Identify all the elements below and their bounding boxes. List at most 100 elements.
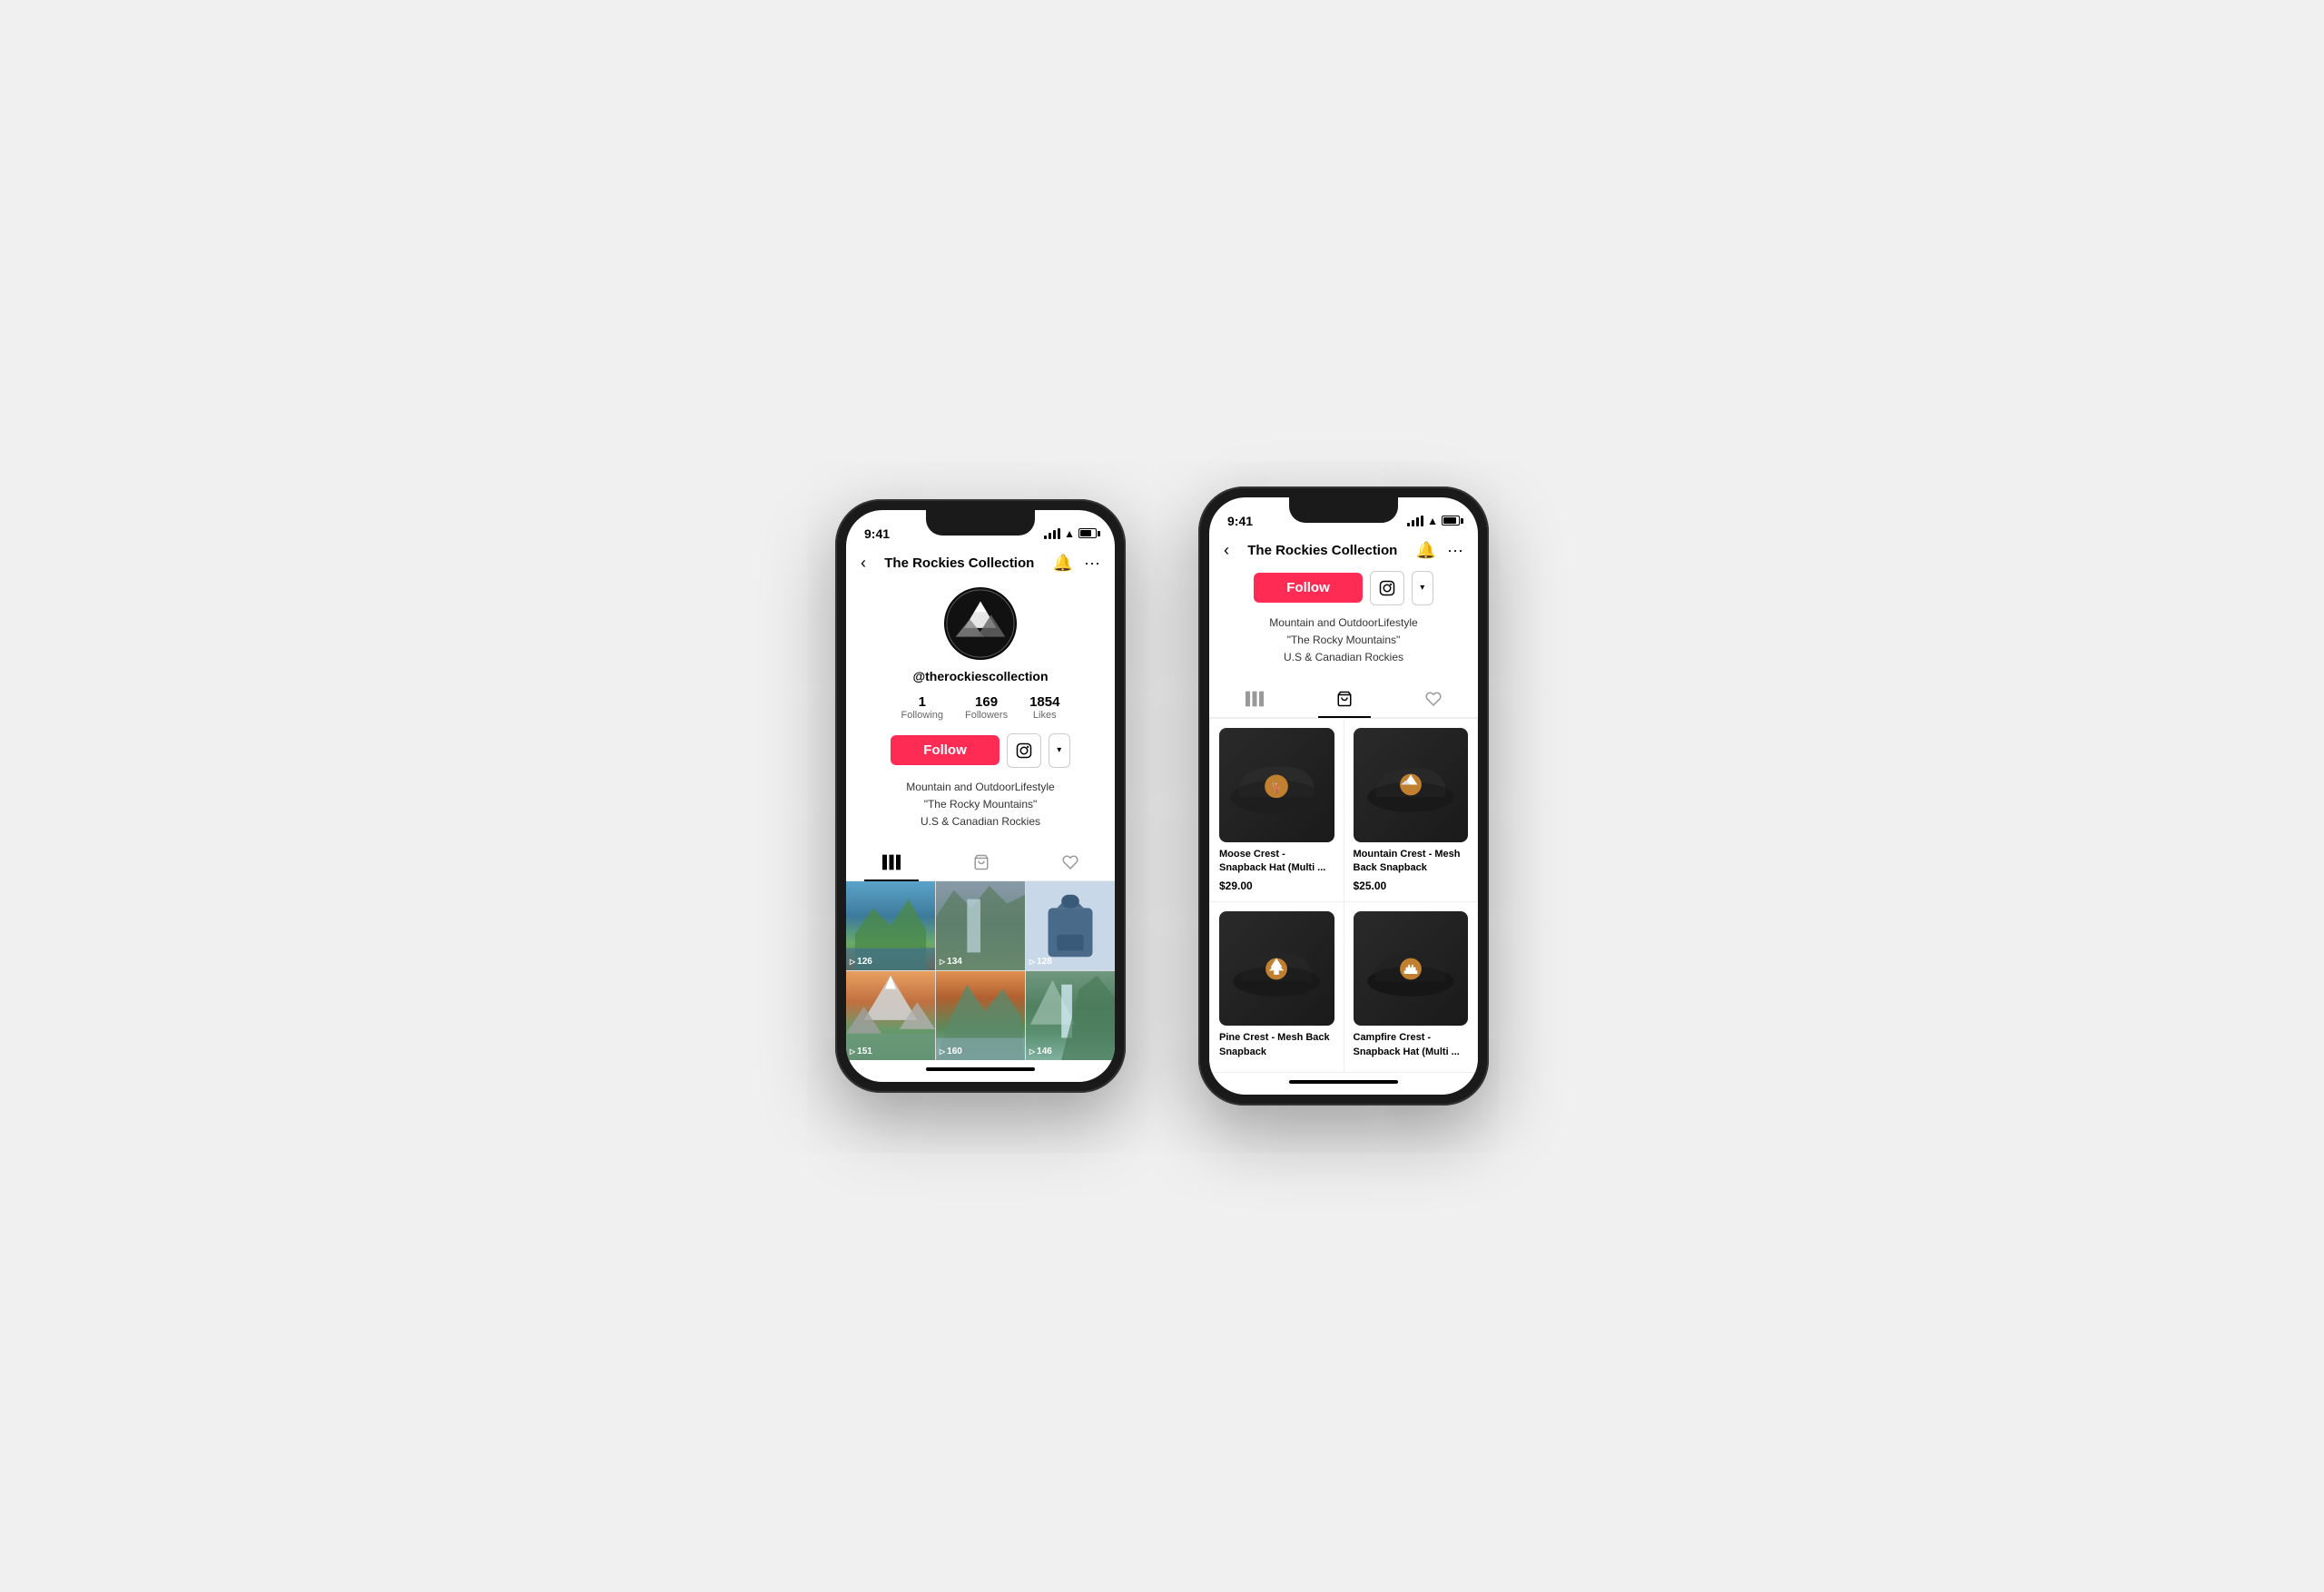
tabs-1 <box>846 843 1115 881</box>
product-name-campfire: Campfire Crest - Snapback Hat (Multi ... <box>1354 1031 1469 1059</box>
phone-2: 9:41 ▲ ‹ The Rockies Collection 🔔 <box>1198 486 1489 1106</box>
nav-bar-2: ‹ The Rockies Collection 🔔 ··· <box>1209 537 1478 567</box>
liked-icon-2 <box>1425 691 1442 707</box>
product-price-moose: $29.00 <box>1219 880 1334 892</box>
tabs-2 <box>1209 680 1478 718</box>
following-count: 1 <box>901 694 943 710</box>
scene: 9:41 ▲ ‹ The Rockies Collection 🔔 <box>799 450 1525 1142</box>
play-icon-4: ▷ <box>850 1047 855 1056</box>
status-time-1: 9:41 <box>864 526 890 541</box>
shop-follow-row-2: Follow ▾ <box>1254 571 1433 605</box>
product-image-mountain <box>1354 728 1469 843</box>
video-thumb-1[interactable]: ▷ 126 <box>846 881 935 970</box>
product-price-mountain: $25.00 <box>1354 880 1469 892</box>
play-count-5: ▷ 160 <box>940 1047 962 1056</box>
shop-header-2: Follow ▾ Mountain and OutdoorLifestyle "… <box>1209 567 1478 680</box>
notification-icon-1[interactable]: 🔔 <box>1053 554 1073 573</box>
svg-text:🦌: 🦌 <box>1269 781 1284 794</box>
product-image-pine <box>1219 911 1334 1027</box>
shop-icon-2 <box>1336 691 1353 707</box>
phone-1: 9:41 ▲ ‹ The Rockies Collection 🔔 <box>835 499 1126 1094</box>
following-label: Following <box>901 710 943 721</box>
instagram-button-2[interactable] <box>1370 571 1404 605</box>
avatar-1 <box>944 587 1017 660</box>
phone-2-screen: 9:41 ▲ ‹ The Rockies Collection 🔔 <box>1209 497 1478 1095</box>
notch-2 <box>1289 497 1398 523</box>
product-card-mountain[interactable]: Mountain Crest - Mesh Back Snapback $25.… <box>1344 719 1478 901</box>
video-thumb-2[interactable]: ▷ 134 <box>936 881 1025 970</box>
status-time-2: 9:41 <box>1227 514 1253 528</box>
play-count-1: ▷ 126 <box>850 957 872 967</box>
video-thumb-5[interactable]: ▷ 160 <box>936 971 1025 1060</box>
product-card-pine[interactable]: Pine Crest - Mesh Back Snapback <box>1210 902 1344 1072</box>
nav-icons-2: 🔔 ··· <box>1416 541 1463 560</box>
home-bar-1 <box>926 1067 1035 1071</box>
username-1: @therockiescollection <box>912 669 1048 683</box>
follow-button-2[interactable]: Follow <box>1254 573 1363 603</box>
product-card-moose[interactable]: 🦌 Moose Crest - Snapback Hat (Multi ... … <box>1210 719 1344 901</box>
video-thumb-3[interactable]: ▷ 128 <box>1026 881 1115 970</box>
status-icons-2: ▲ <box>1407 515 1460 527</box>
video-thumb-6[interactable]: ▷ 146 <box>1026 971 1115 1060</box>
follow-button-1[interactable]: Follow <box>891 735 1000 765</box>
battery-icon-2 <box>1442 516 1460 526</box>
wifi-icon-1: ▲ <box>1064 527 1075 540</box>
product-name-moose: Moose Crest - Snapback Hat (Multi ... <box>1219 848 1334 876</box>
followers-label: Followers <box>965 710 1008 721</box>
likes-count: 1854 <box>1029 694 1059 710</box>
following-stat: 1 Following <box>901 694 943 721</box>
stats-row-1: 1 Following 169 Followers 1854 Likes <box>901 694 1060 721</box>
bio-1: Mountain and OutdoorLifestyle "The Rocky… <box>906 779 1054 831</box>
grid-icon-2 <box>1246 691 1264 707</box>
tab-shop-1[interactable] <box>955 849 1008 880</box>
dropdown-button-1[interactable]: ▾ <box>1049 733 1070 768</box>
signal-icon-1 <box>1044 528 1060 539</box>
nav-title-1: The Rockies Collection <box>884 555 1034 571</box>
instagram-icon-1 <box>1016 742 1032 759</box>
phone-1-screen: 9:41 ▲ ‹ The Rockies Collection 🔔 <box>846 510 1115 1083</box>
followers-stat: 169 Followers <box>965 694 1008 721</box>
wifi-icon-2: ▲ <box>1427 515 1438 527</box>
video-grid-1: ▷ 126 <box>846 881 1115 1060</box>
follow-row-1: Follow ▾ <box>891 733 1070 768</box>
dropdown-button-2[interactable]: ▾ <box>1412 571 1433 605</box>
more-icon-2[interactable]: ··· <box>1447 541 1463 560</box>
hat-svg-pine <box>1226 935 1326 1003</box>
likes-stat: 1854 Likes <box>1029 694 1059 721</box>
back-button-1[interactable]: ‹ <box>861 554 866 573</box>
tab-videos-1[interactable] <box>864 849 919 880</box>
notification-icon-2[interactable]: 🔔 <box>1416 541 1436 560</box>
shop-icon-1 <box>973 854 990 870</box>
product-card-campfire[interactable]: Campfire Crest - Snapback Hat (Multi ... <box>1344 902 1478 1072</box>
play-count-4: ▷ 151 <box>850 1047 872 1056</box>
grid-icon-1 <box>882 854 901 870</box>
avatar-svg-1 <box>945 588 1016 659</box>
product-image-moose: 🦌 <box>1219 728 1334 843</box>
hat-svg-campfire <box>1361 935 1461 1003</box>
play-count-3: ▷ 128 <box>1029 957 1052 967</box>
product-image-campfire <box>1354 911 1469 1027</box>
hat-svg-moose: 🦌 <box>1226 751 1326 819</box>
more-icon-1[interactable]: ··· <box>1084 554 1100 573</box>
tab-shop-2[interactable] <box>1318 685 1371 717</box>
play-icon-1: ▷ <box>850 958 855 966</box>
nav-icons-1: 🔔 ··· <box>1053 554 1100 573</box>
play-icon-3: ▷ <box>1029 958 1035 966</box>
back-button-2[interactable]: ‹ <box>1224 541 1229 560</box>
product-name-pine: Pine Crest - Mesh Back Snapback <box>1219 1031 1334 1059</box>
tab-liked-1[interactable] <box>1044 849 1097 880</box>
bio-2: Mountain and OutdoorLifestyle "The Rocky… <box>1269 614 1417 667</box>
product-name-mountain: Mountain Crest - Mesh Back Snapback <box>1354 848 1469 876</box>
battery-icon-1 <box>1078 528 1097 538</box>
signal-icon-2 <box>1407 516 1423 526</box>
tab-liked-2[interactable] <box>1407 685 1460 717</box>
video-thumb-4[interactable]: ▷ 151 <box>846 971 935 1060</box>
instagram-button-1[interactable] <box>1007 733 1041 768</box>
nav-bar-1: ‹ The Rockies Collection 🔔 ··· <box>846 550 1115 580</box>
home-indicator-2 <box>1209 1073 1478 1095</box>
instagram-icon-2 <box>1379 580 1395 596</box>
play-count-6: ▷ 146 <box>1029 1047 1052 1056</box>
tab-videos-2[interactable] <box>1227 685 1282 717</box>
liked-icon-1 <box>1062 854 1078 870</box>
followers-count: 169 <box>965 694 1008 710</box>
